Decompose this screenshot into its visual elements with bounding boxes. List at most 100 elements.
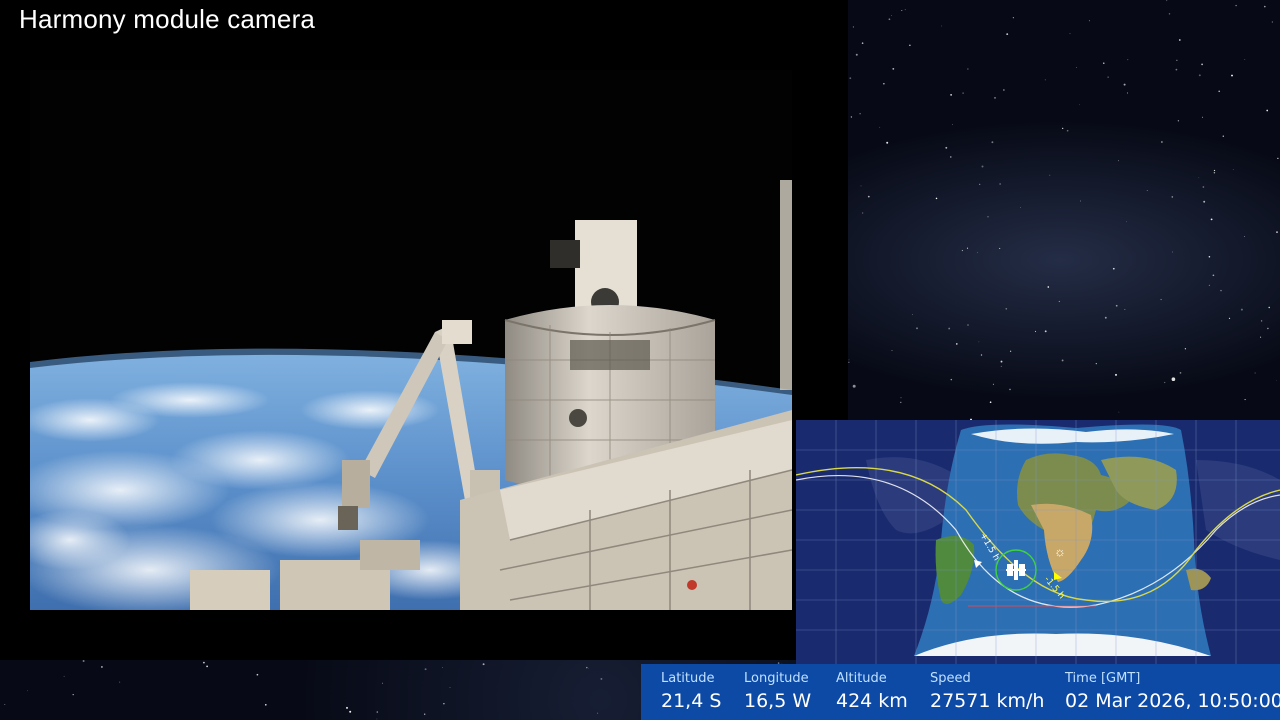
star [1076, 67, 1077, 69]
star [1164, 381, 1166, 384]
star [256, 673, 259, 676]
star [935, 197, 938, 200]
latitude-value: 21,4 S [661, 690, 722, 712]
star [888, 18, 891, 21]
star [449, 686, 451, 688]
star [1277, 157, 1279, 159]
star [1171, 377, 1176, 382]
star [1005, 307, 1008, 310]
star [1079, 200, 1082, 202]
star [1198, 177, 1200, 179]
altitude-value: 424 km [836, 690, 908, 712]
speed-value: 27571 km/h [930, 690, 1045, 712]
star [1220, 289, 1222, 292]
speed-label: Speed [930, 671, 971, 686]
star [848, 359, 850, 361]
star [382, 682, 383, 684]
star [879, 126, 881, 128]
star [1260, 320, 1263, 322]
star [987, 216, 989, 218]
star [860, 185, 862, 187]
star [892, 67, 895, 70]
star [1160, 298, 1162, 301]
star [482, 663, 485, 666]
star [867, 195, 870, 198]
star [1213, 172, 1216, 174]
star [1000, 360, 1003, 363]
star [1044, 79, 1046, 81]
star [1201, 63, 1203, 66]
star [1009, 350, 1012, 352]
star [1276, 380, 1277, 381]
star [852, 384, 856, 388]
star [72, 693, 74, 696]
star [349, 710, 352, 713]
star [597, 712, 599, 714]
star [859, 113, 861, 115]
star [948, 327, 951, 330]
star [977, 252, 978, 254]
star [909, 44, 911, 46]
star [862, 212, 864, 214]
star [1146, 189, 1148, 191]
star [1095, 363, 1097, 365]
star [1213, 169, 1216, 172]
ground-track-map[interactable]: +1.5 h -1.5 h ☼ [796, 420, 1280, 664]
star [1201, 116, 1203, 118]
star [848, 361, 850, 363]
star [1276, 231, 1278, 233]
star [1166, 0, 1168, 2]
star [994, 97, 996, 99]
star [912, 314, 914, 315]
star [1000, 365, 1002, 367]
star [1127, 59, 1129, 61]
star [1009, 388, 1011, 391]
star [206, 665, 208, 668]
star [1126, 221, 1128, 223]
star [442, 666, 444, 668]
star [900, 401, 902, 404]
star [1178, 39, 1181, 41]
star [952, 124, 954, 125]
star [900, 397, 902, 399]
star [891, 350, 893, 351]
star [376, 718, 378, 720]
star [901, 9, 903, 12]
telemetry-bar: Latitude 21,4 S Longitude 16,5 W Altitud… [641, 664, 1280, 720]
star [1012, 17, 1014, 19]
star [849, 77, 852, 80]
star [443, 702, 445, 705]
iss-icon[interactable] [1004, 558, 1028, 582]
star [1210, 218, 1213, 221]
star [1058, 300, 1060, 303]
star [855, 53, 858, 56]
video-panel[interactable]: Harmony module camera [0, 0, 848, 660]
star [1260, 336, 1262, 338]
star [883, 83, 885, 85]
star [1184, 348, 1187, 350]
star [979, 183, 981, 185]
star [945, 146, 948, 149]
star [1177, 120, 1180, 122]
star [63, 675, 65, 677]
star [1244, 59, 1246, 61]
altitude-label: Altitude [836, 671, 887, 686]
star [967, 324, 969, 326]
star [1078, 104, 1080, 106]
star [1088, 20, 1090, 22]
camera-image [30, 70, 792, 610]
star [989, 401, 992, 404]
star [1003, 89, 1005, 91]
star [1061, 359, 1064, 362]
star [1176, 59, 1178, 61]
camera-feed[interactable] [30, 70, 792, 610]
star [1179, 372, 1182, 374]
star [1218, 90, 1221, 93]
star [1117, 160, 1119, 162]
star [588, 667, 589, 669]
star [992, 383, 994, 385]
star [600, 677, 603, 680]
longitude-value: 16,5 W [744, 690, 812, 712]
star [916, 327, 918, 330]
star [886, 141, 889, 144]
